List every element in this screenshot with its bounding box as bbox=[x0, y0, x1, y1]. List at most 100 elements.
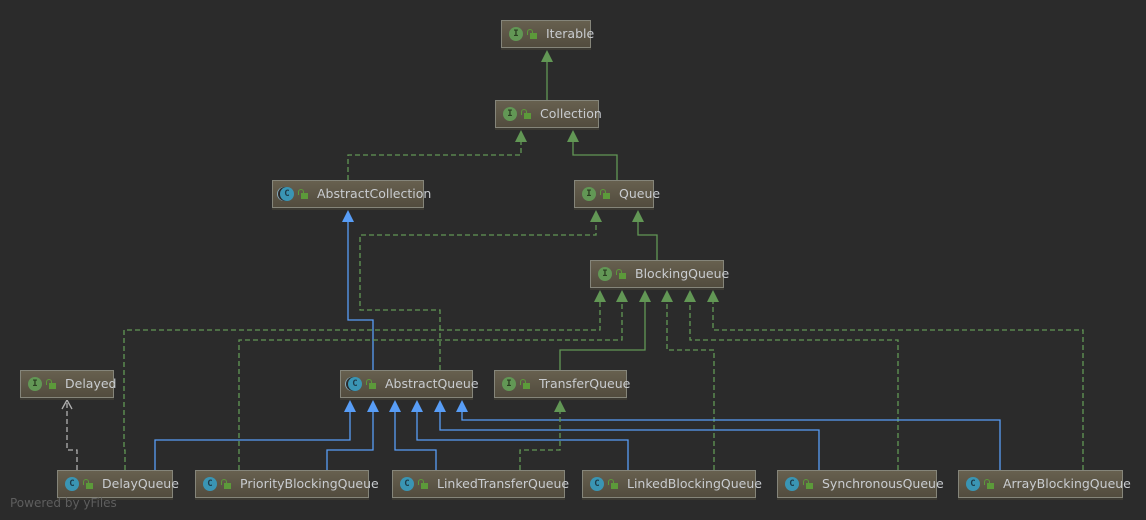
arrowhead bbox=[707, 290, 719, 302]
edge-line bbox=[637, 222, 658, 260]
public-lock-icon bbox=[83, 479, 93, 489]
node-label: LinkedBlockingQueue bbox=[627, 475, 762, 491]
node-collection[interactable]: I Collection bbox=[495, 100, 602, 128]
arrowhead bbox=[554, 400, 566, 412]
node-abstractqueue[interactable]: C AbstractQueue bbox=[340, 370, 479, 398]
edge-line bbox=[394, 412, 437, 470]
public-lock-icon bbox=[366, 379, 376, 389]
edge-queue-to-collection bbox=[567, 130, 618, 180]
arrowhead bbox=[411, 400, 423, 412]
class-icon: C bbox=[785, 477, 799, 491]
node-label: DelayQueue bbox=[102, 475, 179, 491]
interface-icon: I bbox=[598, 267, 612, 281]
arrowhead bbox=[616, 290, 628, 302]
edge-delayqueue-to-delayed bbox=[61, 398, 78, 470]
edge-arrayblockingqueue-to-abstractqueue bbox=[456, 400, 1001, 470]
node-abstractcollection[interactable]: C AbstractCollection bbox=[272, 180, 431, 208]
public-lock-icon bbox=[418, 479, 428, 489]
node-label: Queue bbox=[619, 185, 661, 201]
arrowhead bbox=[632, 210, 644, 222]
edge-line bbox=[154, 412, 351, 470]
node-label: Iterable bbox=[546, 25, 595, 41]
node-delayed[interactable]: I Delayed bbox=[20, 370, 117, 398]
public-lock-icon bbox=[527, 29, 537, 39]
edge-line bbox=[559, 302, 646, 370]
node-label: LinkedTransferQueue bbox=[437, 475, 570, 491]
class-icon: C bbox=[400, 477, 414, 491]
public-lock-icon bbox=[521, 109, 531, 119]
public-lock-icon bbox=[520, 379, 530, 389]
interface-icon: I bbox=[503, 107, 517, 121]
edge-synchronousqueue-to-abstractqueue bbox=[434, 400, 820, 470]
public-lock-icon bbox=[608, 479, 618, 489]
node-label: AbstractCollection bbox=[317, 185, 432, 201]
edge-blockingqueue-to-queue bbox=[632, 210, 658, 260]
interface-icon: I bbox=[582, 187, 596, 201]
node-linkedtransferqueue[interactable]: C LinkedTransferQueue bbox=[392, 470, 569, 498]
public-lock-icon bbox=[984, 479, 994, 489]
node-arrayblockingqueue[interactable]: C ArrayBlockingQueue bbox=[958, 470, 1131, 498]
node-label: ArrayBlockingQueue bbox=[1003, 475, 1131, 491]
public-lock-icon bbox=[600, 189, 610, 199]
edge-arrayblockingqueue-to-blockingqueue bbox=[707, 290, 1084, 470]
interface-icon: I bbox=[502, 377, 516, 391]
public-lock-icon bbox=[616, 269, 626, 279]
edge-line bbox=[689, 302, 899, 470]
edge-abstractcollection-to-collection bbox=[347, 130, 527, 180]
abstract-class-icon: C bbox=[348, 377, 362, 391]
edge-line bbox=[666, 302, 715, 470]
class-icon: C bbox=[590, 477, 604, 491]
interface-icon: I bbox=[509, 27, 523, 41]
edge-abstractqueue-to-abstractcollection bbox=[342, 210, 374, 370]
node-queue[interactable]: I Queue bbox=[574, 180, 660, 208]
edge-abstractqueue-to-queue bbox=[359, 210, 602, 370]
arrowhead bbox=[541, 50, 553, 62]
arrowhead bbox=[456, 400, 468, 412]
edge-line bbox=[416, 412, 629, 470]
powered-by-footer: Powered by yFiles bbox=[10, 496, 117, 510]
edge-line bbox=[572, 142, 618, 180]
edge-line bbox=[519, 412, 561, 470]
node-priorityblockingqueue[interactable]: C PriorityBlockingQueue bbox=[195, 470, 379, 498]
edge-line bbox=[439, 412, 820, 470]
edge-line bbox=[347, 142, 522, 180]
edges-layer bbox=[61, 50, 1084, 470]
edge-collection-to-iterable bbox=[541, 50, 553, 100]
arrowhead bbox=[684, 290, 696, 302]
arrowhead bbox=[389, 400, 401, 412]
arrowhead bbox=[344, 400, 356, 412]
arrowhead bbox=[639, 290, 651, 302]
arrowhead bbox=[342, 210, 354, 222]
node-iterable[interactable]: I Iterable bbox=[501, 20, 595, 48]
edge-synchronousqueue-to-blockingqueue bbox=[684, 290, 899, 470]
node-label: SynchronousQueue bbox=[822, 475, 944, 491]
node-transferqueue[interactable]: I TransferQueue bbox=[494, 370, 631, 398]
node-label: BlockingQueue bbox=[635, 265, 730, 281]
node-synchronousqueue[interactable]: C SynchronousQueue bbox=[777, 470, 944, 498]
node-blockingqueue[interactable]: I BlockingQueue bbox=[590, 260, 729, 288]
interface-icon: I bbox=[28, 377, 42, 391]
node-label: PriorityBlockingQueue bbox=[240, 475, 379, 491]
node-delayqueue[interactable]: C DelayQueue bbox=[57, 470, 179, 498]
node-label: TransferQueue bbox=[539, 375, 631, 391]
node-label: Collection bbox=[540, 105, 602, 121]
public-lock-icon bbox=[46, 379, 56, 389]
arrowhead bbox=[567, 130, 579, 142]
arrowhead bbox=[661, 290, 673, 302]
public-lock-icon bbox=[803, 479, 813, 489]
class-icon: C bbox=[65, 477, 79, 491]
node-label: Delayed bbox=[65, 375, 117, 391]
arrowhead bbox=[590, 210, 602, 222]
edge-line bbox=[66, 400, 78, 470]
edge-line bbox=[461, 412, 1001, 470]
class-icon: C bbox=[203, 477, 217, 491]
class-icon: C bbox=[966, 477, 980, 491]
public-lock-icon bbox=[221, 479, 231, 489]
edge-linkedblockingqueue-to-blockingqueue bbox=[661, 290, 715, 470]
public-lock-icon bbox=[298, 189, 308, 199]
edge-delayqueue-to-abstractqueue bbox=[154, 400, 356, 470]
arrowhead bbox=[594, 290, 606, 302]
edge-line bbox=[359, 222, 597, 370]
node-linkedblockingqueue[interactable]: C LinkedBlockingQueue bbox=[582, 470, 762, 498]
arrowhead bbox=[367, 400, 379, 412]
